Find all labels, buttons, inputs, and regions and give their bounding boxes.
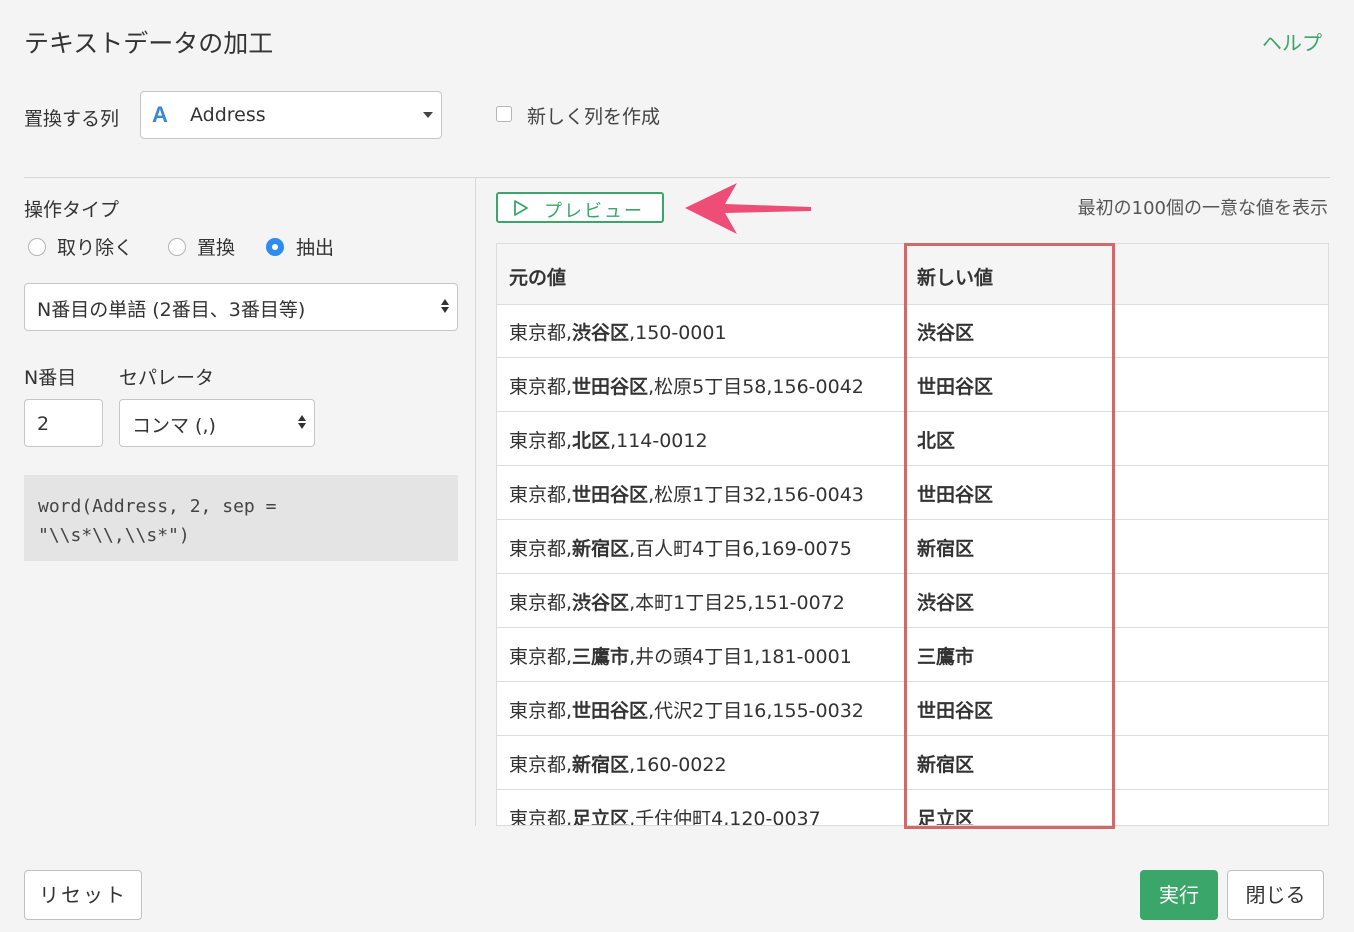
- preview-button[interactable]: プレビュー: [496, 192, 664, 223]
- radio-extract[interactable]: [266, 238, 284, 256]
- extract-mode-value: N番目の単語 (2番目、3番目等): [37, 299, 306, 321]
- preview-button-label: プレビュー: [544, 201, 644, 222]
- original-value-cell: 東京都,北区,114-0012: [509, 426, 708, 453]
- help-link[interactable]: ヘルプ: [1262, 27, 1322, 56]
- section-divider: [24, 177, 1330, 178]
- separator-label: セパレータ: [119, 367, 215, 389]
- original-value-suffix: ,百人町4丁目6,169-0075: [629, 538, 852, 560]
- text-type-icon: A: [152, 102, 168, 127]
- original-value-match: 世田谷区: [572, 484, 649, 506]
- panel-divider: [475, 178, 476, 826]
- original-value-prefix: 東京都,: [509, 808, 573, 826]
- formula-line-1: word(Address, 2, sep =: [38, 496, 277, 517]
- dialog-title: テキストデータの加工: [24, 29, 274, 58]
- original-value-prefix: 東京都,: [509, 322, 573, 344]
- original-value-prefix: 東京都,: [509, 646, 573, 668]
- original-value-match: 足立区: [572, 808, 630, 826]
- original-value-prefix: 東京都,: [509, 484, 573, 506]
- original-value-suffix: ,160-0022: [629, 754, 727, 776]
- close-button[interactable]: 閉じる: [1227, 870, 1324, 920]
- radio-replace-label[interactable]: 置換: [197, 233, 235, 260]
- original-value-suffix: ,井の頭4丁目1,181-0001: [629, 646, 852, 668]
- original-value-cell: 東京都,渋谷区,本町1丁目25,151-0072: [509, 588, 845, 615]
- original-value-cell: 東京都,渋谷区,150-0001: [509, 318, 727, 345]
- original-value-cell: 東京都,足立区,千住仲町4,120-0037: [509, 804, 821, 826]
- separator-value: コンマ (,): [132, 415, 216, 437]
- original-value-cell: 東京都,新宿区,百人町4丁目6,169-0075: [509, 534, 852, 561]
- play-icon: [514, 200, 528, 216]
- original-value-cell: 東京都,三鷹市,井の頭4丁目1,181-0001: [509, 642, 852, 669]
- original-value-match: 渋谷区: [572, 322, 630, 344]
- original-value-match: 新宿区: [572, 754, 630, 776]
- original-value-match: 世田谷区: [572, 700, 649, 722]
- radio-replace[interactable]: [168, 238, 186, 256]
- radio-extract-label[interactable]: 抽出: [296, 233, 334, 260]
- original-value-match: 北区: [572, 430, 611, 452]
- original-value-suffix: ,代沢2丁目16,155-0032: [648, 700, 864, 722]
- preview-note: 最初の100個の一意な値を表示: [1077, 198, 1328, 219]
- reset-button[interactable]: リセット: [24, 870, 142, 920]
- new-column-label[interactable]: 新しく列を作成: [527, 102, 660, 129]
- original-value-cell: 東京都,新宿区,160-0022: [509, 750, 727, 777]
- original-value-match: 世田谷区: [572, 376, 649, 398]
- radio-remove-label[interactable]: 取り除く: [57, 233, 133, 260]
- header-original: 元の値: [509, 267, 567, 289]
- extract-mode-select[interactable]: N番目の単語 (2番目、3番目等): [24, 283, 458, 331]
- column-select[interactable]: A Address: [140, 91, 442, 139]
- column-label: 置換する列: [24, 108, 120, 130]
- formula-line-2: "\\s*\\,\\s*"): [38, 525, 190, 546]
- nth-label: N番目: [24, 367, 77, 389]
- original-value-match: 新宿区: [572, 538, 630, 560]
- highlight-box: [904, 243, 1115, 829]
- original-value-prefix: 東京都,: [509, 592, 573, 614]
- original-value-cell: 東京都,世田谷区,松原1丁目32,156-0043: [509, 480, 864, 507]
- original-value-match: 渋谷区: [572, 592, 630, 614]
- new-column-checkbox[interactable]: [496, 106, 512, 122]
- original-value-prefix: 東京都,: [509, 538, 573, 560]
- original-value-prefix: 東京都,: [509, 430, 573, 452]
- original-value-cell: 東京都,世田谷区,松原5丁目58,156-0042: [509, 372, 864, 399]
- formula-box: word(Address, 2, sep = "\\s*\\,\\s*"): [24, 475, 458, 561]
- nth-input[interactable]: 2: [24, 399, 103, 447]
- original-value-prefix: 東京都,: [509, 376, 573, 398]
- original-value-suffix: ,150-0001: [629, 322, 727, 344]
- original-value-suffix: ,114-0012: [610, 430, 708, 452]
- run-button[interactable]: 実行: [1140, 870, 1218, 920]
- nth-input-value: 2: [37, 413, 50, 435]
- radio-remove[interactable]: [28, 238, 46, 256]
- column-select-value: Address: [190, 104, 266, 126]
- original-value-suffix: ,松原5丁目58,156-0042: [648, 376, 864, 398]
- original-value-prefix: 東京都,: [509, 754, 573, 776]
- original-value-prefix: 東京都,: [509, 700, 573, 722]
- up-down-arrows-icon: [298, 415, 308, 429]
- up-down-arrows-icon: [441, 299, 451, 313]
- operation-type-label: 操作タイプ: [24, 199, 120, 221]
- original-value-cell: 東京都,世田谷区,代沢2丁目16,155-0032: [509, 696, 864, 723]
- original-value-match: 三鷹市: [572, 646, 630, 668]
- original-value-suffix: ,松原1丁目32,156-0043: [648, 484, 864, 506]
- chevron-down-icon: [423, 112, 433, 118]
- original-value-suffix: ,千住仲町4,120-0037: [629, 808, 821, 826]
- original-value-suffix: ,本町1丁目25,151-0072: [629, 592, 845, 614]
- pointer-arrow-icon: [685, 183, 811, 234]
- separator-select[interactable]: コンマ (,): [119, 399, 315, 447]
